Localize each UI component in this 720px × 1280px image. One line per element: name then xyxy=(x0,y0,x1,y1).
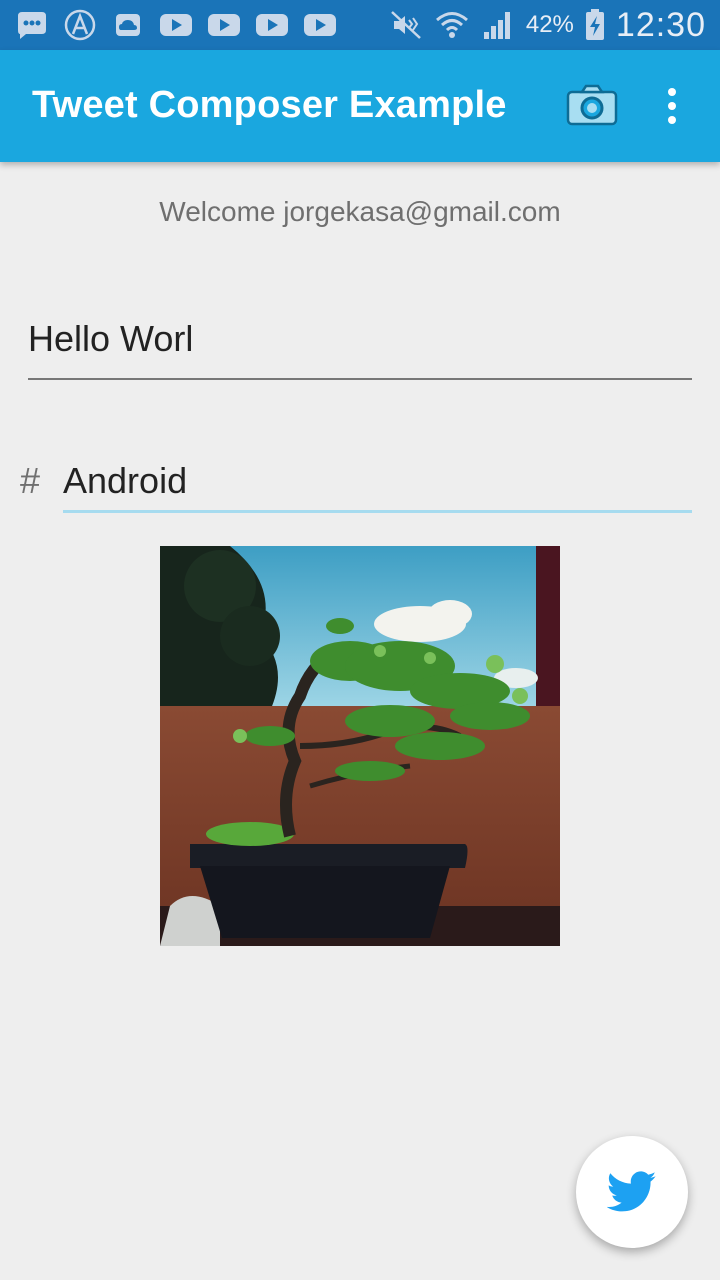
battery-percent: 42% xyxy=(525,11,574,38)
youtube-icon xyxy=(206,8,242,42)
bonsai-photo xyxy=(160,546,560,946)
tweet-fab[interactable] xyxy=(576,1136,688,1248)
overflow-menu-icon xyxy=(668,88,676,124)
youtube-icon xyxy=(302,8,338,42)
hashtag-icon: # xyxy=(20,460,41,501)
youtube-icon xyxy=(254,8,290,42)
signal-icon xyxy=(480,8,516,42)
camera-button[interactable] xyxy=(566,84,618,126)
chat-icon xyxy=(14,8,50,42)
app-bar: Tweet Composer Example xyxy=(0,50,720,162)
status-right-icons: 42% 12:30 xyxy=(388,0,706,50)
mute-icon xyxy=(388,8,424,42)
hashtag-input[interactable] xyxy=(63,452,692,513)
battery-charging-icon xyxy=(584,8,606,42)
app-icon xyxy=(62,8,98,42)
status-bar: 42% 12:30 xyxy=(0,0,720,50)
status-time: 12:30 xyxy=(615,5,706,44)
cloud-icon xyxy=(110,8,146,42)
youtube-icon xyxy=(158,8,194,42)
overflow-menu-button[interactable] xyxy=(656,86,688,128)
twitter-bird-icon xyxy=(607,1171,657,1212)
tweet-input[interactable] xyxy=(28,300,692,380)
welcome-text: Welcome jorgekasa@gmail.com xyxy=(159,196,561,227)
camera-icon xyxy=(566,84,618,126)
wifi-icon xyxy=(434,8,470,42)
status-left-icons xyxy=(14,8,338,42)
app-title: Tweet Composer Example xyxy=(32,84,507,126)
